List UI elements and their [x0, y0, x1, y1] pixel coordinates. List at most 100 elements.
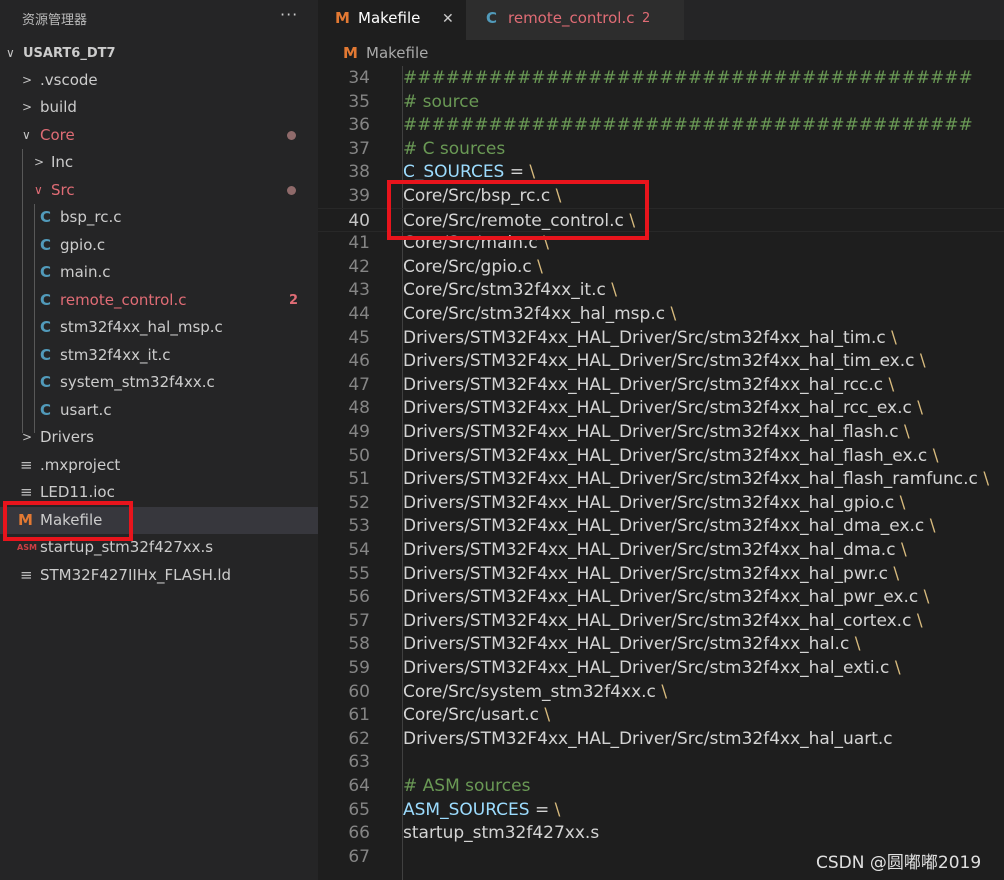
code-line: 59 Drivers/STM32F4xx_HAL_Driver/Src/stm3…	[318, 656, 1004, 680]
tree-folder-inc[interactable]: > Inc	[0, 149, 318, 176]
tree-file[interactable]: ≡ .mxproject	[0, 452, 318, 479]
close-icon[interactable]: ✕	[442, 11, 454, 27]
tab-makefile[interactable]: M Makefile ✕	[318, 0, 466, 40]
code-line: 50 Drivers/STM32F4xx_HAL_Driver/Src/stm3…	[318, 444, 1004, 468]
line-number: 43	[348, 280, 370, 301]
file-path-token: Drivers/STM32F4xx_HAL_Driver/Src/stm32f4…	[403, 422, 899, 442]
c-file-icon: C	[40, 208, 52, 226]
text-file-icon: ≡	[20, 456, 33, 474]
file-path-token: Drivers/STM32F4xx_HAL_Driver/Src/stm32f4…	[403, 610, 912, 631]
tree-file[interactable]: ≡ STM32F427IIHx_FLASH.ld	[0, 562, 318, 589]
c-file-icon: C	[40, 401, 52, 419]
code-line: 48 Drivers/STM32F4xx_HAL_Driver/Src/stm3…	[318, 396, 1004, 420]
code-line: 61 Core/Src/usart.c \	[318, 703, 1004, 727]
tree-file[interactable]: C bsp_rc.c	[0, 204, 318, 231]
code-text: Drivers/STM32F4xx_HAL_Driver/Src/stm32f4…	[403, 396, 923, 420]
backslash-token: \	[854, 634, 861, 655]
line-number: 42	[348, 256, 370, 277]
file-path-token: Core/Src/system_stm32f4xx.c	[403, 681, 656, 702]
code-line: 64 # ASM sources	[318, 774, 1004, 798]
tree-file[interactable]: C system_stm32f4xx.c	[0, 369, 318, 396]
code-line: 45 Drivers/STM32F4xx_HAL_Driver/Src/stm3…	[318, 326, 1004, 350]
root-folder-label: USART6_DT7	[23, 46, 116, 61]
file-path-token: Drivers/STM32F4xx_HAL_Driver/Src/stm32f4…	[403, 658, 890, 678]
file-label: stm32f4xx_hal_msp.c	[60, 318, 223, 336]
code-text: Drivers/STM32F4xx_HAL_Driver/Src/stm32f4…	[403, 538, 907, 562]
backslash-token: \	[894, 658, 901, 678]
line-number: 46	[348, 351, 370, 372]
file-path-token: Drivers/STM32F4xx_HAL_Driver/Src/stm32f4…	[403, 563, 888, 584]
c-file-icon: C	[40, 263, 52, 281]
code-text: Core/Src/gpio.c \	[403, 255, 543, 279]
code-editor[interactable]: 34 #####################################…	[318, 66, 1004, 880]
code-text: Drivers/STM32F4xx_HAL_Driver/Src/stm32f4…	[403, 656, 901, 680]
file-path-token: Core/Src/gpio.c	[403, 256, 532, 277]
folder-label: Drivers	[40, 428, 94, 446]
tree-file[interactable]: C gpio.c	[0, 232, 318, 259]
code-line: 63	[318, 750, 1004, 774]
code-text: Core/Src/system_stm32f4xx.c \	[403, 680, 667, 704]
tree-folder-drivers[interactable]: > Drivers	[0, 424, 318, 451]
backslash-token: \	[983, 469, 990, 490]
breadcrumb-item[interactable]: Makefile	[366, 44, 428, 62]
line-number: 51	[348, 469, 370, 490]
line-number: 65	[348, 799, 370, 820]
backslash-token: \	[661, 681, 668, 702]
code-line: 49 Drivers/STM32F4xx_HAL_Driver/Src/stm3…	[318, 420, 1004, 444]
line-number: 41	[348, 233, 370, 254]
more-actions-icon[interactable]: ···	[280, 5, 298, 24]
tree-folder-core[interactable]: ∨ Core	[0, 122, 318, 149]
operator-token: =	[529, 799, 555, 820]
file-path-token: Drivers/STM32F4xx_HAL_Driver/Src/stm32f4…	[403, 469, 978, 490]
line-number: 58	[348, 634, 370, 655]
c-file-icon: C	[486, 9, 498, 27]
code-text: # ASM sources	[403, 776, 531, 796]
code-text: Drivers/STM32F4xx_HAL_Driver/Src/stm32f4…	[403, 585, 929, 609]
code-text: Drivers/STM32F4xx_HAL_Driver/Src/stm32f4…	[403, 444, 938, 468]
code-text: Drivers/STM32F4xx_HAL_Driver/Src/stm32f4…	[403, 373, 894, 397]
code-line: 51 Drivers/STM32F4xx_HAL_Driver/Src/stm3…	[318, 467, 1004, 491]
explorer-sidebar: 资源管理器 ··· ∨ USART6_DT7 > .vscode > build…	[0, 0, 318, 880]
tree-file[interactable]: C stm32f4xx_hal_msp.c	[0, 314, 318, 341]
tree-folder-vscode[interactable]: > .vscode	[0, 67, 318, 94]
backslash-token: \	[900, 540, 907, 560]
tab-remote-control[interactable]: C remote_control.c 2	[466, 0, 684, 40]
problem-count-badge: 2	[642, 11, 651, 26]
file-path-token: Core/Src/usart.c	[403, 705, 540, 726]
tree-folder-src[interactable]: ∨ Src	[0, 177, 318, 204]
code-line: 58 Drivers/STM32F4xx_HAL_Driver/Src/stm3…	[318, 632, 1004, 656]
line-number: 54	[348, 540, 370, 560]
backslash-token: \	[916, 610, 923, 631]
code-line: 65 ASM_SOURCES = \	[318, 798, 1004, 822]
tree-file[interactable]: C remote_control.c 2	[0, 287, 318, 314]
folder-label: .vscode	[40, 71, 98, 89]
file-path-token: Core/Src/stm32f4xx_it.c	[403, 280, 606, 301]
chevron-down-icon: ∨	[34, 183, 43, 197]
line-number: 45	[348, 327, 370, 348]
line-number: 47	[348, 374, 370, 395]
code-text: Drivers/STM32F4xx_HAL_Driver/Src/stm32f4…	[403, 467, 989, 491]
breadcrumb: M Makefile	[318, 40, 1004, 66]
line-number: 34	[348, 68, 370, 88]
chevron-down-icon: ∨	[22, 128, 31, 142]
line-number: 55	[348, 563, 370, 584]
code-text: ########################################	[403, 68, 973, 88]
backslash-token: \	[888, 374, 895, 395]
backslash-token: \	[670, 304, 677, 324]
tree-file[interactable]: C main.c	[0, 259, 318, 286]
file-label: .mxproject	[40, 456, 121, 474]
line-number: 56	[348, 587, 370, 608]
tree-folder-build[interactable]: > build	[0, 94, 318, 121]
tree-root-folder[interactable]: ∨ USART6_DT7	[0, 40, 318, 67]
line-number: 40	[348, 210, 370, 231]
highlight-box	[3, 501, 133, 541]
backslash-token: \	[891, 327, 897, 348]
file-path-token: Drivers/STM32F4xx_HAL_Driver/Src/stm32f4…	[403, 516, 925, 537]
c-file-icon: C	[40, 346, 52, 364]
chevron-right-icon: >	[22, 73, 33, 87]
modified-dot	[287, 131, 296, 140]
code-text: Drivers/STM32F4xx_HAL_Driver/Src/stm32f4…	[403, 491, 905, 515]
code-line: 52 Drivers/STM32F4xx_HAL_Driver/Src/stm3…	[318, 491, 1004, 515]
tree-file[interactable]: C usart.c	[0, 397, 318, 424]
tree-file[interactable]: C stm32f4xx_it.c	[0, 342, 318, 369]
